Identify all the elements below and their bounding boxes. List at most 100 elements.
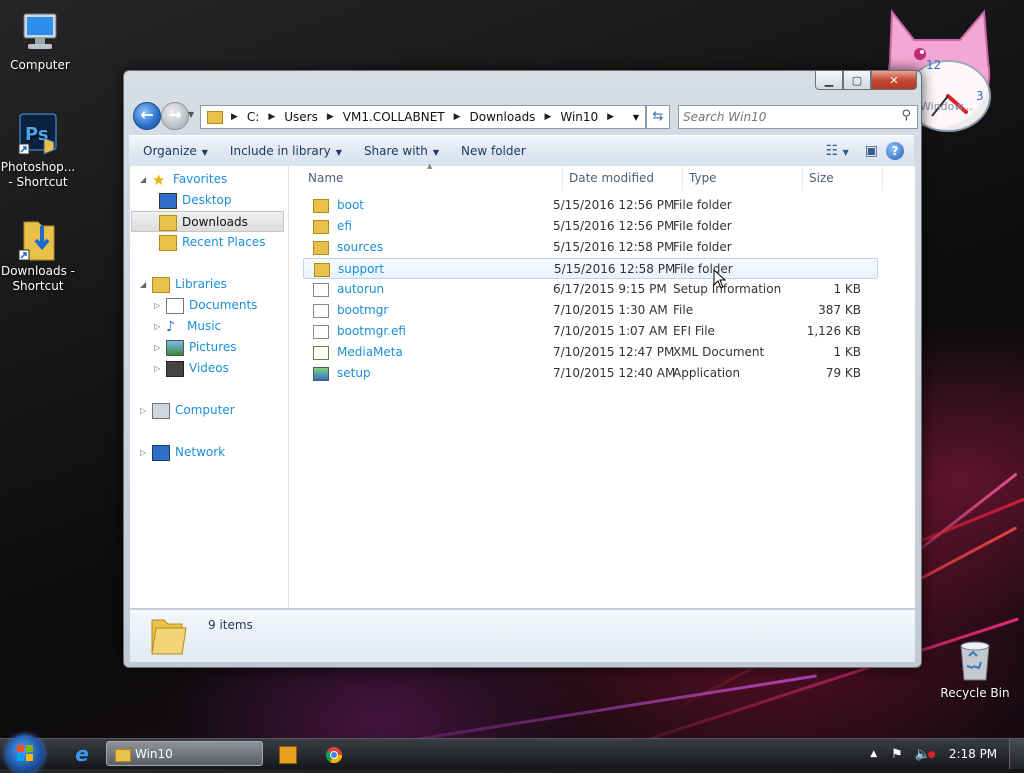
table-row[interactable]: support 5/15/2016 12:58 PM File folder	[303, 258, 878, 279]
chevron-right-icon[interactable]: ▶	[603, 112, 618, 122]
file-date: 7/10/2015 12:40 AM	[553, 366, 676, 380]
column-header-name[interactable]: Name	[302, 166, 563, 190]
search-box[interactable]: ⚲	[678, 105, 918, 129]
new-folder-button[interactable]: New folder	[450, 144, 537, 158]
table-row[interactable]: boot 5/15/2016 12:56 PM File folder	[303, 195, 878, 216]
preview-pane-button[interactable]: ▣	[857, 143, 886, 159]
help-icon[interactable]: ?	[886, 142, 904, 160]
desktop-icon-photoshop-shortcut[interactable]: Ps Photoshop... - Shortcut	[0, 112, 76, 190]
nav-network[interactable]: ▷ Network	[140, 442, 225, 463]
expand-arrow-icon[interactable]: ▷	[140, 442, 146, 463]
back-button[interactable]: ←	[133, 102, 161, 130]
table-row[interactable]: bootmgr.efi 7/10/2015 1:07 AM EFI File 1…	[303, 321, 878, 342]
nav-downloads[interactable]: Downloads	[131, 211, 284, 232]
file-name-cell[interactable]: setup	[313, 363, 371, 384]
expand-arrow-icon[interactable]: ▷	[140, 400, 146, 421]
gadget-text: Window...	[920, 100, 973, 113]
folder-icon	[115, 749, 131, 762]
expand-arrow-icon[interactable]: ▷	[154, 358, 160, 379]
action-center-icon[interactable]: ⚑	[885, 747, 909, 762]
show-hidden-icons-button[interactable]: ▲	[862, 749, 885, 759]
column-header-size[interactable]: Size	[803, 166, 883, 190]
file-name: setup	[337, 366, 371, 380]
file-name-cell[interactable]: bootmgr.efi	[313, 321, 406, 342]
explorer-window[interactable]: ▁ ▢ ✕ ← → ▼ ▶ C: ▶ Users ▶ VM1.COLLABNET…	[123, 70, 922, 668]
chevron-right-icon[interactable]: ▶	[264, 112, 279, 122]
file-name-cell[interactable]: autorun	[313, 279, 384, 300]
breadcrumb-item[interactable]: C:	[242, 110, 264, 124]
nav-music[interactable]: ▷ ♪ Music	[154, 316, 221, 337]
column-header-date[interactable]: Date modified	[563, 166, 683, 190]
nav-favorites[interactable]: ◢ ★ Favorites	[140, 169, 228, 190]
file-name-cell[interactable]: sources	[313, 237, 383, 258]
file-name-cell[interactable]: bootmgr	[313, 300, 388, 321]
organize-button[interactable]: Organize ▼	[129, 144, 219, 158]
desktop-icon-downloads-shortcut[interactable]: Downloads - Shortcut	[0, 216, 76, 294]
change-view-button[interactable]: ☷ ▼	[818, 143, 857, 159]
chevron-down-icon: ▼	[335, 148, 342, 157]
nav-documents[interactable]: ▷ Documents	[154, 295, 257, 316]
breadcrumb-item[interactable]: Downloads	[465, 110, 541, 124]
chrome-pin[interactable]	[314, 741, 354, 767]
table-row[interactable]: MediaMeta 7/10/2015 12:47 PM XML Documen…	[303, 342, 878, 363]
nav-desktop[interactable]: Desktop	[159, 190, 232, 211]
share-with-button[interactable]: Share with ▼	[353, 144, 450, 158]
table-row[interactable]: efi 5/15/2016 12:56 PM File folder	[303, 216, 878, 237]
expand-arrow-icon[interactable]: ▷	[154, 316, 160, 337]
chevron-down-icon: ▼	[842, 148, 849, 157]
nav-pictures[interactable]: ▷ Pictures	[154, 337, 237, 358]
column-header-type[interactable]: Type	[683, 166, 803, 190]
breadcrumb-item[interactable]: Win10	[555, 110, 603, 124]
expand-arrow-icon[interactable]: ▷	[154, 295, 160, 316]
start-button[interactable]	[6, 735, 44, 773]
search-icon[interactable]: ⚲	[901, 108, 911, 123]
table-row[interactable]: sources 5/15/2016 12:58 PM File folder	[303, 237, 878, 258]
breadcrumb-item[interactable]: Users	[279, 110, 323, 124]
table-row[interactable]: bootmgr 7/10/2015 1:30 AM File 387 KB	[303, 300, 878, 321]
internet-explorer-pin[interactable]: e	[62, 741, 102, 767]
maximize-button[interactable]: ▢	[843, 71, 871, 90]
file-name-cell[interactable]: efi	[313, 216, 352, 237]
chevron-right-icon[interactable]: ▶	[450, 112, 465, 122]
file-icon	[313, 324, 329, 339]
desktop-icon-recycle-bin[interactable]: Recycle Bin	[937, 638, 1013, 701]
nav-recent-places[interactable]: Recent Places	[159, 232, 265, 253]
volume-muted-icon[interactable]: 🔈	[909, 747, 937, 762]
address-bar[interactable]: ▶ C: ▶ Users ▶ VM1.COLLABNET ▶ Downloads…	[200, 105, 646, 129]
breadcrumb-item[interactable]: VM1.COLLABNET	[338, 110, 450, 124]
recent-pages-dropdown[interactable]: ▼	[188, 110, 194, 119]
nav-label: Favorites	[173, 172, 228, 186]
close-button[interactable]: ✕	[871, 71, 917, 90]
file-name-cell[interactable]: support	[314, 259, 384, 280]
table-row[interactable]: autorun 6/17/2015 9:15 PM Setup Informat…	[303, 279, 878, 300]
chevron-right-icon[interactable]: ▶	[540, 112, 555, 122]
nav-label: Pictures	[189, 340, 237, 354]
expand-arrow-icon[interactable]: ◢	[140, 169, 146, 190]
minimize-button[interactable]: ▁	[815, 71, 843, 90]
clock[interactable]: 2:18 PM	[937, 747, 1009, 761]
include-in-library-button[interactable]: Include in library ▼	[219, 144, 353, 158]
nav-computer[interactable]: ▷ Computer	[140, 400, 235, 421]
network-icon	[152, 444, 170, 461]
refresh-button[interactable]: ⇆	[646, 105, 670, 129]
forward-button[interactable]: →	[161, 102, 189, 130]
file-list[interactable]: Name ▲ Date modified Type Size boot 5/15…	[289, 162, 915, 608]
show-desktop-button[interactable]	[1009, 739, 1024, 769]
file-date: 7/10/2015 12:47 PM	[553, 345, 675, 359]
search-input[interactable]	[679, 106, 885, 128]
chevron-right-icon[interactable]: ▶	[323, 112, 338, 122]
expand-arrow-icon[interactable]: ◢	[140, 274, 146, 295]
desktop-icon-computer[interactable]: Computer	[2, 10, 78, 73]
file-name-cell[interactable]: boot	[313, 195, 364, 216]
table-row[interactable]: setup 7/10/2015 12:40 AM Application 79 …	[303, 363, 878, 384]
taskbar-item-win10[interactable]: Win10	[106, 741, 263, 766]
nav-libraries[interactable]: ◢ Libraries	[140, 274, 227, 295]
file-name-cell[interactable]: MediaMeta	[313, 342, 403, 363]
toolbar-right: ☷ ▼ ▣ ?	[818, 142, 914, 160]
address-dropdown-icon[interactable]: ▼	[627, 113, 645, 122]
nav-videos[interactable]: ▷ Videos	[154, 358, 229, 379]
chevron-right-icon[interactable]: ▶	[227, 112, 242, 122]
expand-arrow-icon[interactable]: ▷	[154, 337, 160, 358]
media-player-pin[interactable]	[268, 741, 308, 767]
windows-logo-icon	[17, 745, 33, 761]
